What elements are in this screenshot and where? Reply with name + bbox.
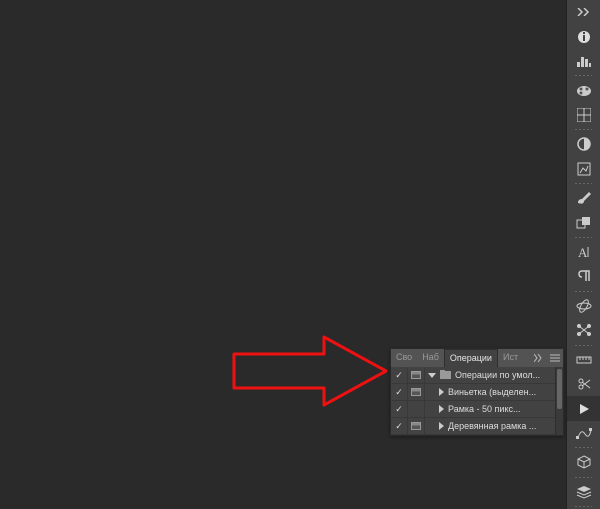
folder-icon xyxy=(440,371,451,379)
dialog-toggle[interactable] xyxy=(408,401,425,417)
dialog-toggle[interactable] xyxy=(408,384,425,400)
disclosure-right-icon[interactable] xyxy=(439,388,444,396)
tab-history[interactable]: Ист xyxy=(498,349,523,367)
panel-collapse-icon[interactable] xyxy=(531,349,547,367)
separator xyxy=(567,235,600,240)
tab-sets[interactable]: Наб xyxy=(417,349,444,367)
grid-icon[interactable] xyxy=(567,103,600,127)
3d-icon[interactable] xyxy=(567,294,600,318)
toggle-check[interactable] xyxy=(391,367,408,383)
play-icon[interactable] xyxy=(567,396,600,420)
disclosure-down-icon[interactable] xyxy=(428,373,436,378)
separator xyxy=(567,289,600,294)
separator xyxy=(567,343,600,348)
tab-actions[interactable]: Операции xyxy=(444,349,498,367)
swatches-icon[interactable] xyxy=(567,78,600,102)
path-icon[interactable] xyxy=(567,421,600,445)
clone-icon[interactable] xyxy=(567,210,600,234)
info-icon[interactable] xyxy=(567,24,600,48)
action-set-row[interactable]: Операции по умол... xyxy=(391,367,563,384)
histogram-icon[interactable] xyxy=(567,49,600,73)
brush-icon[interactable] xyxy=(567,186,600,210)
toggle-check[interactable] xyxy=(391,418,408,434)
scrollbar[interactable] xyxy=(555,367,563,435)
svg-text:A: A xyxy=(578,245,588,259)
character-icon[interactable]: A xyxy=(567,240,600,264)
measure-icon[interactable] xyxy=(567,347,600,371)
separator xyxy=(567,475,600,480)
toggle-check[interactable] xyxy=(391,401,408,417)
panel-tabs: Сво Наб Операции Ист xyxy=(391,349,563,367)
toggle-check[interactable] xyxy=(391,384,408,400)
right-toolbar: A xyxy=(566,0,600,509)
node-graph-icon[interactable] xyxy=(567,318,600,342)
separator xyxy=(567,181,600,186)
action-row[interactable]: Виньетка (выделен... xyxy=(391,384,563,401)
action-label: Рамка - 50 пикс... xyxy=(448,404,521,414)
actions-list: Операции по умол... Виньетка (выделен...… xyxy=(391,367,563,435)
separator xyxy=(567,445,600,450)
dialog-toggle[interactable] xyxy=(408,418,425,434)
separator xyxy=(567,73,600,78)
disclosure-right-icon[interactable] xyxy=(439,422,444,430)
action-label: Виньетка (выделен... xyxy=(448,387,536,397)
preset-icon[interactable] xyxy=(567,157,600,181)
adjustments-icon[interactable] xyxy=(567,132,600,156)
paragraph-icon[interactable] xyxy=(567,264,600,288)
actions-panel: Сво Наб Операции Ист Операции по умол... xyxy=(390,348,564,436)
tab-properties[interactable]: Сво xyxy=(391,349,417,367)
panel-menu-icon[interactable] xyxy=(547,349,563,367)
cube-icon[interactable] xyxy=(567,450,600,474)
scissors-icon[interactable] xyxy=(567,372,600,396)
action-row[interactable]: Деревянная рамка ... xyxy=(391,418,563,435)
dialog-toggle[interactable] xyxy=(408,367,425,383)
separator xyxy=(567,127,600,132)
action-set-label: Операции по умол... xyxy=(455,370,540,380)
action-row[interactable]: Рамка - 50 пикс... xyxy=(391,401,563,418)
layers-icon[interactable] xyxy=(567,480,600,504)
action-label: Деревянная рамка ... xyxy=(448,421,536,431)
panel-collapse-double-icon[interactable] xyxy=(567,0,600,24)
disclosure-right-icon[interactable] xyxy=(439,405,444,413)
separator xyxy=(567,504,600,509)
